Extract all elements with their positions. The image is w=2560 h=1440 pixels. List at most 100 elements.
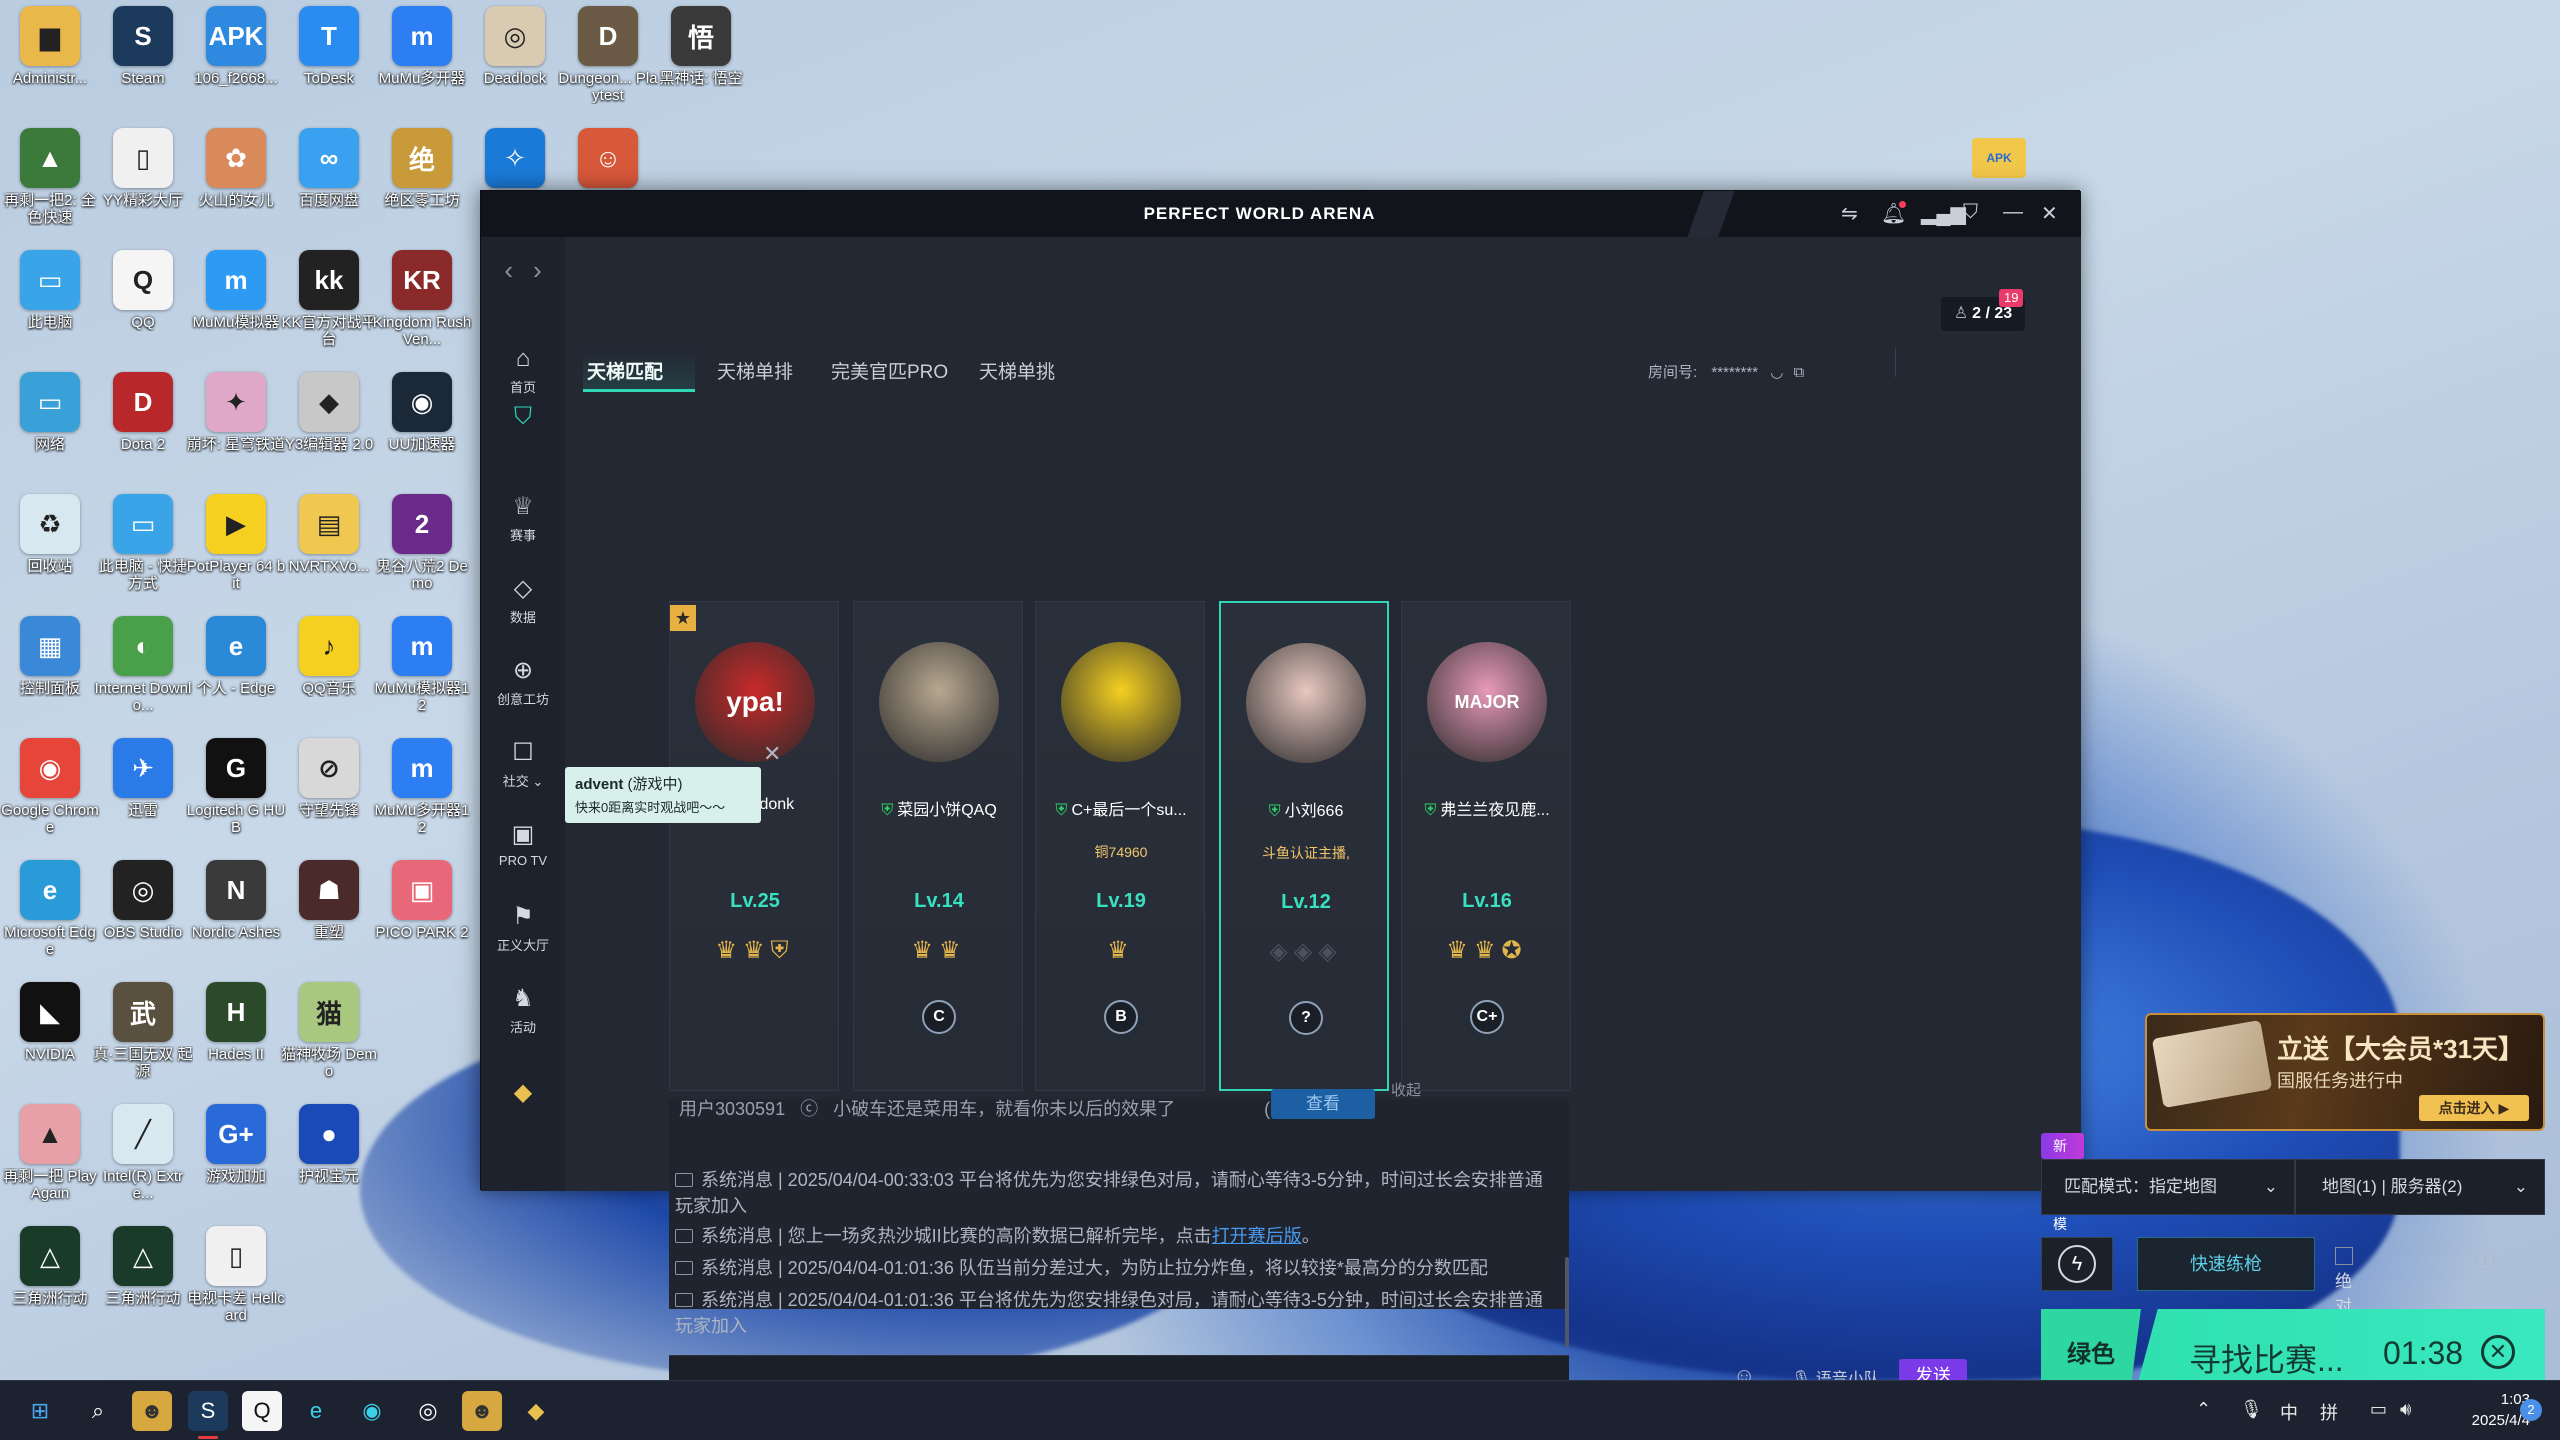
desktop-shortcut[interactable]: ▤ NVRTXVo... xyxy=(279,490,379,608)
desktop-shortcut[interactable]: ▲ 再剩一把2: 全色快速 xyxy=(0,124,100,242)
desktop-shortcut[interactable]: ▦ 控制面板 xyxy=(0,612,100,730)
notification-badge[interactable]: 2 xyxy=(2520,1399,2542,1421)
desktop-shortcut[interactable]: ◎ Deadlock xyxy=(465,2,565,120)
desktop-shortcut[interactable]: m MuMu多开器 xyxy=(372,2,472,120)
eye-hidden-icon[interactable]: ◡ xyxy=(1770,364,1783,381)
view-button[interactable]: 查看 xyxy=(1271,1089,1375,1119)
sidebar-item-9[interactable]: ◆ xyxy=(481,1079,565,1111)
desktop-shortcut[interactable]: ● 护视宝元 xyxy=(279,1100,379,1218)
map-server-select[interactable]: 地图(1) | 服务器(2) ⌄ xyxy=(2295,1159,2545,1215)
pwa-icon[interactable]: ◆ xyxy=(516,1391,556,1431)
player-avatar[interactable]: ypa! xyxy=(695,642,815,762)
desktop-shortcut[interactable]: 猫猫神牧场 Demo xyxy=(279,978,379,1096)
tab-1[interactable]: 天梯单排 xyxy=(717,357,793,384)
desktop-shortcut[interactable]: Q QQ xyxy=(93,246,193,364)
sidebar-item-0[interactable]: ⌂ 首页 xyxy=(481,345,565,396)
message-link[interactable]: 打开赛后版 xyxy=(1212,1226,1302,1246)
minimize-icon[interactable]: — xyxy=(2003,201,2023,224)
player-card[interactable]: ⛨ C+最后一个su... 铜74960 Lv.19 ♛ B xyxy=(1035,601,1205,1091)
shield-check-icon[interactable]: ⛉ xyxy=(1963,201,1978,224)
network-icon[interactable]: ▭ xyxy=(2370,1399,2387,1420)
player-avatar[interactable] xyxy=(879,642,999,762)
desktop-shortcut[interactable]: T ToDesk xyxy=(279,2,379,120)
quick-practice-button[interactable]: 快速练枪 xyxy=(2137,1237,2315,1291)
back-arrow-icon[interactable]: ‹ xyxy=(504,255,513,285)
forward-arrow-icon[interactable]: › xyxy=(533,255,542,285)
player-avatar[interactable]: MAJOR xyxy=(1427,642,1547,762)
desktop-shortcut[interactable]: S Steam xyxy=(93,2,193,120)
checkbox-box[interactable] xyxy=(2335,1247,2353,1265)
info-icon[interactable]: ⓘ xyxy=(2475,1245,2495,1274)
desktop-shortcut[interactable]: ✈ 迅雷 xyxy=(93,734,193,852)
desktop-shortcut[interactable]: ♻ 回收站 xyxy=(0,490,100,608)
desktop-shortcut[interactable]: G Logitech G HUB xyxy=(186,734,286,852)
desktop-shortcut[interactable]: ◣ NVIDIA xyxy=(0,978,100,1096)
desktop-shortcut[interactable]: ◉ UU加速器 xyxy=(372,368,472,486)
desktop-shortcut[interactable]: APK 106_f2668... xyxy=(186,2,286,120)
volume-icon[interactable]: 🔊︎ xyxy=(2400,1399,2411,1420)
desktop-shortcut[interactable]: e Microsoft Edge xyxy=(0,856,100,974)
desktop-shortcut[interactable]: 武真·三国无双 起源 xyxy=(93,978,193,1096)
match-mode-select[interactable]: 匹配模式：指定地图 ⌄ xyxy=(2041,1159,2295,1215)
sidebar-item-1[interactable]: ⛉ xyxy=(481,403,565,435)
sidebar-item-7[interactable]: ⚑ 正义大厅 xyxy=(481,903,565,954)
copy-icon[interactable]: ⧉ xyxy=(1793,364,1804,381)
desktop-shortcut[interactable]: ✦ 崩坏: 星穹铁道 xyxy=(186,368,286,486)
desktop-shortcut[interactable]: ◆ Y3编辑器 2.0 xyxy=(279,368,379,486)
desktop-shortcut[interactable]: ▲ 再剩一把 PlayAgain xyxy=(0,1100,100,1218)
pinned-app-icon[interactable]: ☻ xyxy=(132,1391,172,1431)
desktop-shortcut[interactable]: ✿ 火山的女儿 xyxy=(186,124,286,242)
desktop-shortcut[interactable]: H Hades II xyxy=(186,978,286,1096)
desktop-shortcut[interactable]: ▭ 网络 xyxy=(0,368,100,486)
desktop-shortcut[interactable]: ♪ QQ音乐 xyxy=(279,612,379,730)
search-icon[interactable]: ⌕ xyxy=(78,1391,118,1431)
collapse-button[interactable]: 收起 xyxy=(1391,1079,1421,1100)
desktop-shortcut[interactable]: m MuMu多开器12 xyxy=(372,734,472,852)
pinned-app-2-icon[interactable]: ☻ xyxy=(462,1391,502,1431)
spectate-tooltip[interactable]: advent (游戏中) 快来0距离实时观战吧～～ xyxy=(565,767,761,823)
edge-icon[interactable]: e xyxy=(296,1391,336,1431)
desktop-shortcut[interactable]: G+ 游戏加加 xyxy=(186,1100,286,1218)
player-avatar[interactable] xyxy=(1246,643,1366,763)
chrome-icon[interactable]: ◎ xyxy=(408,1391,448,1431)
lightning-button[interactable]: ϟ xyxy=(2041,1237,2113,1291)
ime-lang[interactable]: 中 xyxy=(2280,1399,2298,1425)
sidebar-item-2[interactable]: ♕ 赛事 xyxy=(481,493,565,544)
sidebar-item-3[interactable]: ◇ 数据 xyxy=(481,575,565,626)
desktop-shortcut[interactable]: ∞ 百度网盘 xyxy=(279,124,379,242)
desktop-shortcut[interactable]: m MuMu模拟器 xyxy=(186,246,286,364)
desktop-shortcut[interactable]: ◎ OBS Studio xyxy=(93,856,193,974)
player-card[interactable]: ⛨ 菜园小饼QAQ Lv.14 ♛♛ C xyxy=(853,601,1023,1091)
steam-icon[interactable]: S xyxy=(188,1391,228,1431)
desktop-shortcut[interactable]: m MuMu模拟器12 xyxy=(372,612,472,730)
desktop-shortcut[interactable]: ⊘ 守望先锋 xyxy=(279,734,379,852)
desktop-shortcut[interactable]: D Dungeon... Playtest xyxy=(558,2,658,120)
desktop-shortcut[interactable]: 绝绝区零工坊 xyxy=(372,124,472,242)
desktop-shortcut[interactable]: ▣ PICO PARK 2 xyxy=(372,856,472,974)
sidebar-item-6[interactable]: ▣ PRO TV xyxy=(481,821,565,868)
desktop-shortcut[interactable]: ╱ Intel(R) Extre... xyxy=(93,1100,193,1218)
desktop-shortcut[interactable]: ☗ 重塑 xyxy=(279,856,379,974)
tab-2[interactable]: 完美官匹PRO xyxy=(831,357,948,384)
desktop-shortcut[interactable]: ▯ YY精彩大厅 xyxy=(93,124,193,242)
player-avatar[interactable] xyxy=(1061,642,1181,762)
desktop-shortcut[interactable]: 悟黑神话: 悟空 xyxy=(651,2,751,120)
player-card[interactable]: ypa!⛨VG.donkLv.25♛♛⛨ xyxy=(669,601,839,1091)
tab-3[interactable]: 天梯单挑 xyxy=(979,357,1055,384)
desktop-shortcut[interactable]: △ 三角洲行动 xyxy=(93,1222,193,1340)
desktop-shortcut[interactable]: ▶ PotPlayer 64 bit xyxy=(186,490,286,608)
desktop-shortcut[interactable]: e 个人 - Edge xyxy=(186,612,286,730)
player-card[interactable]: ⛨ 小刘666 斗鱼认证主播, Lv.12 ◈◈◈? xyxy=(1219,601,1389,1091)
desktop-shortcut[interactable]: ▭ 此电脑 - 快捷方式 xyxy=(93,490,193,608)
sidebar-item-4[interactable]: ⊕ 创意工坊 xyxy=(481,657,565,708)
cancel-search-icon[interactable]: ✕ xyxy=(2481,1335,2515,1369)
close-icon[interactable]: ✕ xyxy=(2041,201,2058,226)
desktop-shortcut[interactable]: ▯ 电视卡差 Hellcard xyxy=(186,1222,286,1340)
desktop-shortcut[interactable]: ◉ Google Chrome xyxy=(0,734,100,852)
clock[interactable]: 1:03 2025/4/4 xyxy=(2440,1389,2530,1431)
tray-mic-icon[interactable]: 🎙︎ xyxy=(2240,1399,2263,1420)
tooltip-close-icon[interactable]: ✕ xyxy=(763,741,781,767)
qq-icon[interactable]: Q xyxy=(242,1391,282,1431)
desktop-shortcut[interactable]: ▭ 此电脑 xyxy=(0,246,100,364)
swap-icon[interactable]: ⇋ xyxy=(1841,201,1858,226)
